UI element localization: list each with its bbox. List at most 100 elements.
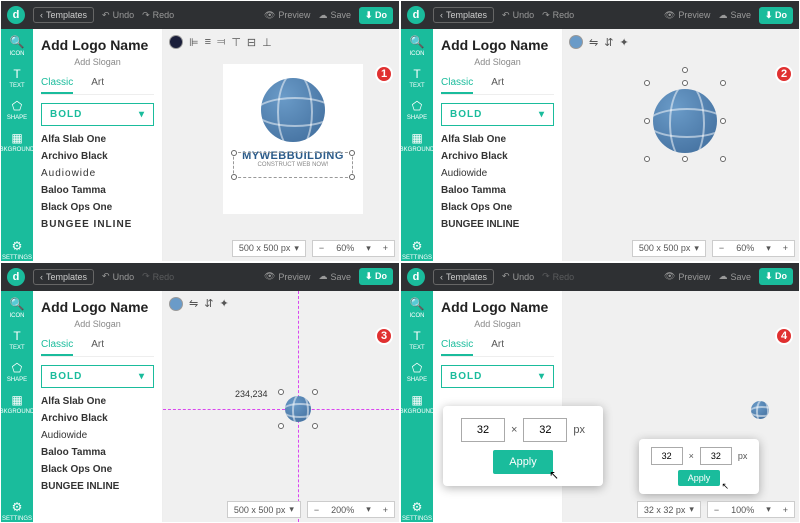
sidebar-bg[interactable]: ▦BKGROUND <box>400 131 434 153</box>
mirror-icon[interactable]: ⇋ <box>189 297 198 310</box>
download-button[interactable]: ⬇ Do <box>759 268 793 285</box>
width-input[interactable] <box>651 447 683 465</box>
sidebar-bg[interactable]: ▦BKGROUND <box>400 393 434 415</box>
preview-button[interactable]: 👁 Preview <box>664 10 710 21</box>
sidebar-settings[interactable]: ⚙SETTINGS <box>402 239 432 261</box>
font-item[interactable]: Alfa Slab One <box>441 134 554 145</box>
font-select[interactable]: BOLD▾ <box>441 103 554 126</box>
undo-button[interactable]: ↶ Undo <box>502 10 534 21</box>
sidebar-settings[interactable]: ⚙SETTINGS <box>402 500 432 522</box>
height-input[interactable] <box>523 418 567 442</box>
align-left-icon[interactable]: ⊫ <box>189 36 199 49</box>
sidebar-text[interactable]: TTEXT <box>409 67 424 89</box>
preview-button[interactable]: 👁 Preview <box>664 271 710 282</box>
undo-button[interactable]: ↶ Undo <box>102 271 134 282</box>
canvas[interactable]: × px Apply ↖ × px Apply ↖ 32 x 32 px ▾ −… <box>563 291 799 523</box>
templates-button[interactable]: ‹Templates <box>433 7 494 23</box>
save-button[interactable]: ☁ Save <box>318 271 351 282</box>
font-item[interactable]: Alfa Slab One <box>41 396 154 407</box>
save-button[interactable]: ☁ Save <box>318 10 351 21</box>
font-item[interactable]: Baloo Tamma <box>41 185 154 196</box>
font-item[interactable]: BUNGEE INLINE <box>41 219 154 230</box>
download-button[interactable]: ⬇ Do <box>759 7 793 24</box>
apply-button[interactable]: Apply <box>678 470 721 486</box>
align-center-icon[interactable]: ≡ <box>205 36 211 48</box>
zoom-control[interactable]: −100%▾+ <box>707 501 795 518</box>
font-select[interactable]: BOLD▾ <box>441 365 554 388</box>
apply-button[interactable]: Apply <box>493 450 553 474</box>
font-item[interactable]: Baloo Tamma <box>41 447 154 458</box>
undo-button[interactable]: ↶ Undo <box>502 271 534 282</box>
font-item[interactable]: Audiowide <box>41 168 154 179</box>
align-top-icon[interactable]: ⊤ <box>231 36 241 49</box>
preview-button[interactable]: 👁 Preview <box>264 10 310 21</box>
tab-art[interactable]: Art <box>491 339 504 356</box>
zoom-control[interactable]: −60%▾+ <box>312 240 395 257</box>
sparkle-icon[interactable]: ✦ <box>619 36 628 49</box>
redo-button[interactable]: ↷ Redo <box>542 271 574 282</box>
size-select[interactable]: 500 x 500 px ▾ <box>632 240 706 257</box>
sidebar-icon[interactable]: 🔍ICON <box>10 297 25 319</box>
align-bottom-icon[interactable]: ⊥ <box>262 36 272 49</box>
sidebar-bg[interactable]: ▦BKGROUND <box>0 131 34 153</box>
download-button[interactable]: ⬇ Do <box>359 7 393 24</box>
font-item[interactable]: Archivo Black <box>441 151 554 162</box>
templates-button[interactable]: ‹Templates <box>433 269 494 285</box>
download-button[interactable]: ⬇ Do <box>359 268 393 285</box>
font-item[interactable]: Black Ops One <box>41 464 154 475</box>
align-right-icon[interactable]: ⫤ <box>217 36 225 49</box>
canvas[interactable]: ⇋ ⇵ ✦ 234,234 500 x 500 px ▾ −200%▾+ 3 <box>163 291 399 523</box>
save-button[interactable]: ☁ Save <box>718 10 751 21</box>
logo-preview[interactable] <box>751 401 769 419</box>
templates-button[interactable]: ‹Templates <box>33 269 94 285</box>
tab-classic[interactable]: Classic <box>441 77 473 94</box>
font-item[interactable]: Baloo Tamma <box>441 185 554 196</box>
flip-icon[interactable]: ⇵ <box>604 36 613 49</box>
tab-art[interactable]: Art <box>491 77 504 94</box>
canvas[interactable]: ⊫ ≡ ⫤ ⊤ ⊟ ⊥ MYWEBBUILDING CONSTRUCT WEB … <box>163 29 399 261</box>
color-swatch[interactable] <box>169 35 183 49</box>
preview-button[interactable]: 👁 Preview <box>264 271 310 282</box>
font-item[interactable]: Alfa Slab One <box>41 134 154 145</box>
sidebar-shape[interactable]: ⬠SHAPE <box>407 361 427 383</box>
font-item[interactable]: Archivo Black <box>41 151 154 162</box>
font-item[interactable]: Black Ops One <box>41 202 154 213</box>
sidebar-icon[interactable]: 🔍ICON <box>410 35 425 57</box>
color-swatch[interactable] <box>169 297 183 311</box>
color-swatch[interactable] <box>569 35 583 49</box>
sidebar-text[interactable]: TTEXT <box>409 329 424 351</box>
canvas[interactable]: ⇋ ⇵ ✦ 500 x 500 px ▾ −60%▾+ 2 <box>563 29 799 261</box>
sidebar-shape[interactable]: ⬠SHAPE <box>407 99 427 121</box>
tab-classic[interactable]: Classic <box>41 77 73 94</box>
undo-button[interactable]: ↶ Undo <box>102 10 134 21</box>
font-item[interactable]: Audiowide <box>41 430 154 441</box>
sidebar-icon[interactable]: 🔍ICON <box>10 35 25 57</box>
sidebar-settings[interactable]: ⚙SETTINGS <box>2 239 32 261</box>
font-select[interactable]: BOLD▾ <box>41 365 154 388</box>
logo-preview[interactable]: MYWEBBUILDING CONSTRUCT WEB NOW! <box>223 64 363 214</box>
redo-button[interactable]: ↷ Redo <box>142 271 174 282</box>
font-item[interactable]: BUNGEE INLINE <box>41 481 154 492</box>
redo-button[interactable]: ↷ Redo <box>142 10 174 21</box>
tab-classic[interactable]: Classic <box>41 339 73 356</box>
font-item[interactable]: BUNGEE INLINE <box>441 219 554 230</box>
height-input[interactable] <box>700 447 732 465</box>
sidebar-shape[interactable]: ⬠SHAPE <box>7 99 27 121</box>
flip-icon[interactable]: ⇵ <box>204 297 213 310</box>
mirror-icon[interactable]: ⇋ <box>589 36 598 49</box>
tab-art[interactable]: Art <box>91 339 104 356</box>
font-select[interactable]: BOLD▾ <box>41 103 154 126</box>
tab-classic[interactable]: Classic <box>441 339 473 356</box>
sparkle-icon[interactable]: ✦ <box>219 297 228 310</box>
sidebar-shape[interactable]: ⬠SHAPE <box>7 361 27 383</box>
tab-art[interactable]: Art <box>91 77 104 94</box>
sidebar-text[interactable]: TTEXT <box>9 329 24 351</box>
zoom-control[interactable]: −60%▾+ <box>712 240 795 257</box>
font-item[interactable]: Audiowide <box>441 168 554 179</box>
align-middle-icon[interactable]: ⊟ <box>247 36 256 49</box>
logo-preview[interactable] <box>285 396 311 422</box>
sidebar-icon[interactable]: 🔍ICON <box>410 297 425 319</box>
save-button[interactable]: ☁ Save <box>718 271 751 282</box>
sidebar-text[interactable]: TTEXT <box>9 67 24 89</box>
templates-button[interactable]: ‹Templates <box>33 7 94 23</box>
